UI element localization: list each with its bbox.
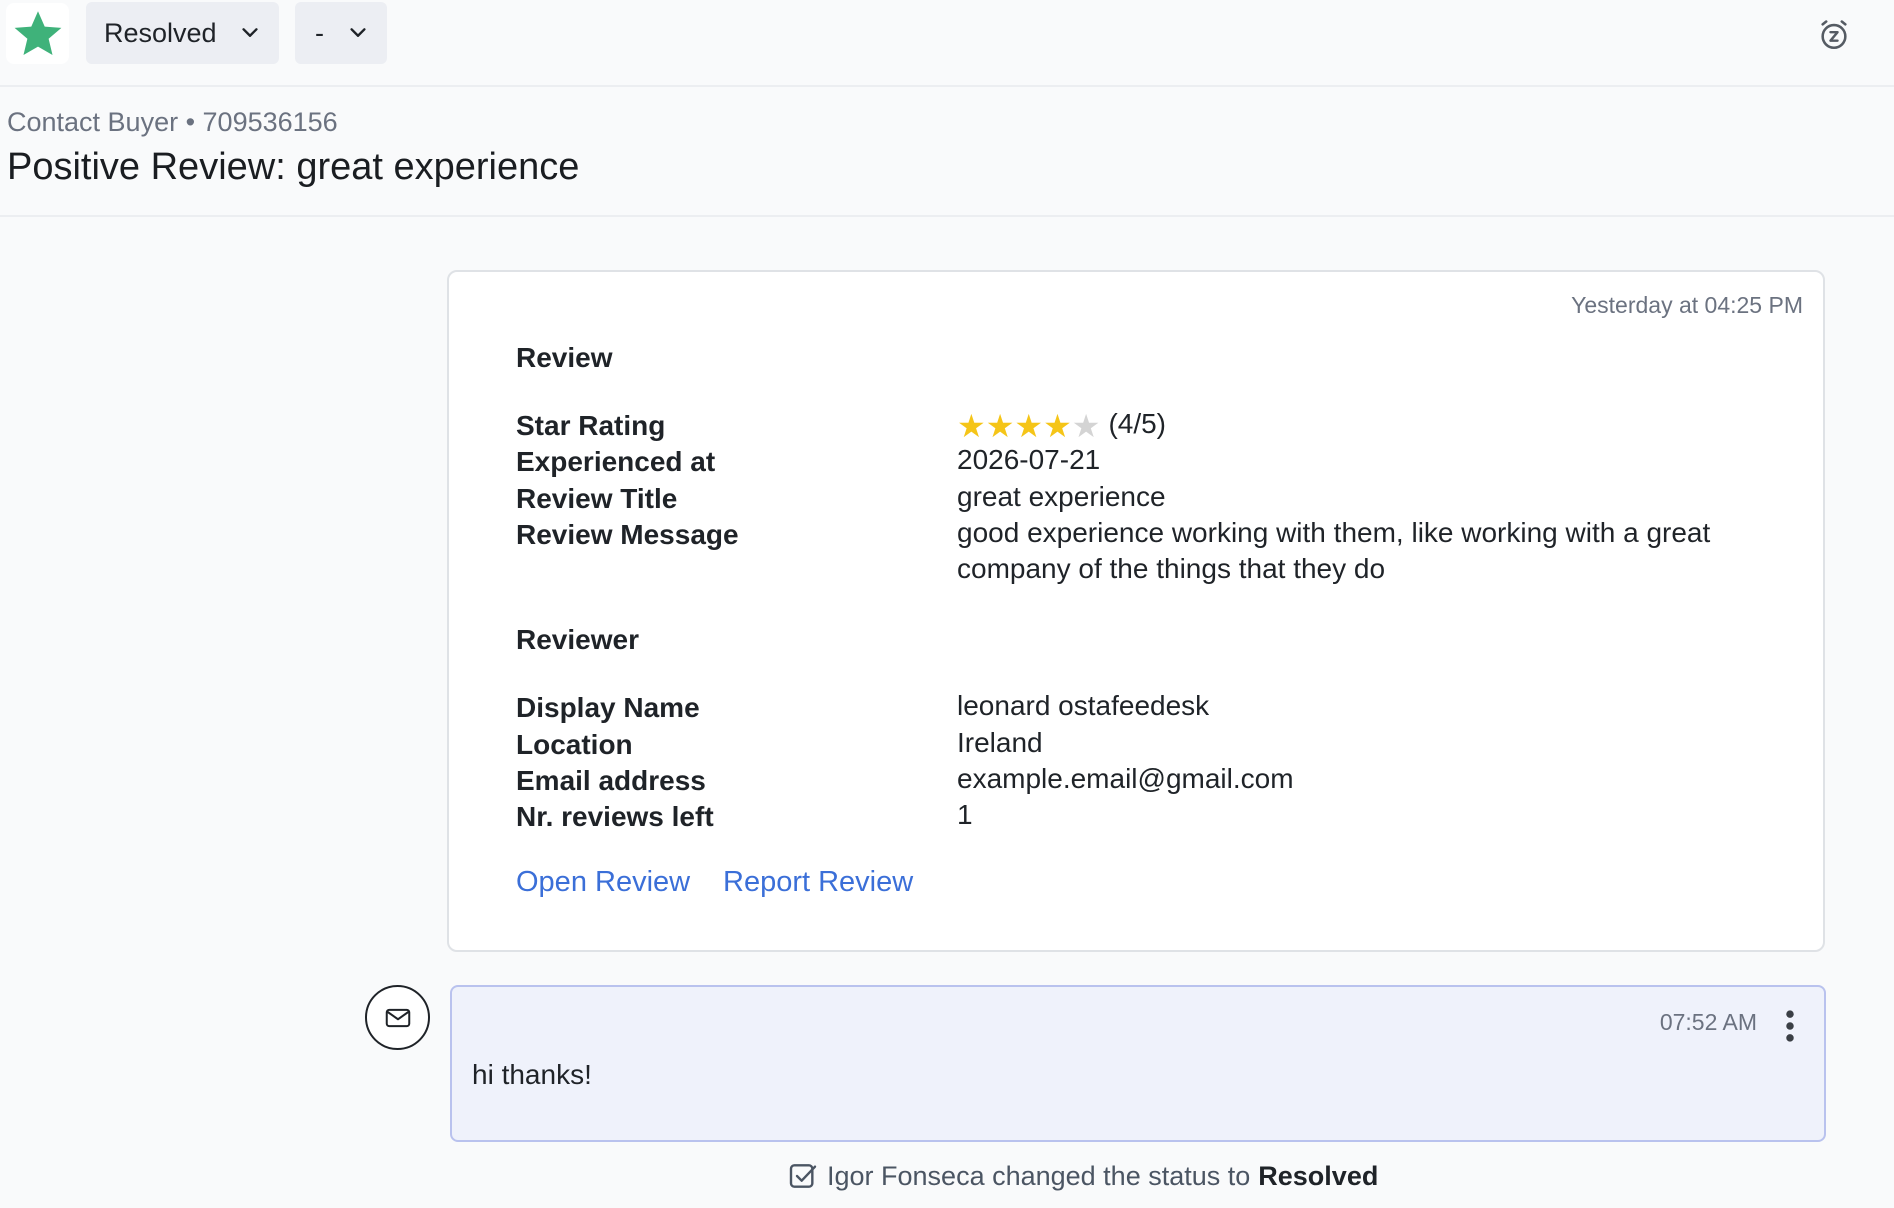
email-address-value: example.email@gmail.com <box>957 763 1294 794</box>
star-rating-label: Star Rating <box>516 410 666 441</box>
page-title: Positive Review: great experience <box>7 146 580 188</box>
breadcrumb: Contact Buyer • 709536156 <box>7 107 338 137</box>
review-title-value: great experience <box>957 481 1166 512</box>
star-filled-icon: ★ <box>1043 407 1072 444</box>
star-filled-icon: ★ <box>1014 407 1044 444</box>
assignee-dropdown-value: - <box>315 17 324 48</box>
experienced-at-label: Experienced at <box>516 446 716 477</box>
display-name-value: leonard ostafeedesk <box>957 690 1210 721</box>
review-message-value: good experience working with them, like … <box>957 517 1711 584</box>
review-title-label: Review Title <box>516 483 678 514</box>
location-label: Location <box>516 729 633 760</box>
star-rating-stars: ★ ★ ★ ★ ★ <box>957 410 1100 442</box>
message-text: hi thanks! <box>472 1059 592 1090</box>
location-value: Ireland <box>957 727 1043 758</box>
chevron-down-icon <box>242 28 258 37</box>
status-dropdown-value: Resolved <box>104 17 217 48</box>
review-card: Yesterday at 04:25 PM Review Star Rating… <box>447 270 1825 952</box>
reviews-left-label: Nr. reviews left <box>516 801 714 832</box>
status-change-log: Igor Fonseca changed the status to Resol… <box>787 1160 1378 1192</box>
status-change-text: Igor Fonseca changed the status to <box>827 1160 1251 1191</box>
star-rating-text: (4/5) <box>1108 408 1167 439</box>
display-name-label: Display Name <box>516 692 700 723</box>
review-section-title: Review <box>516 342 613 373</box>
top-toolbar: Resolved - <box>0 0 1894 87</box>
star-filled-icon: ★ <box>957 407 986 444</box>
review-message-label: Review Message <box>516 519 739 550</box>
assignee-dropdown[interactable]: - <box>295 2 387 64</box>
checkbox-icon <box>789 1164 817 1188</box>
star-filled-icon: ★ <box>985 407 1015 444</box>
envelope-icon <box>385 1008 410 1027</box>
star-empty-icon: ★ <box>1071 407 1101 444</box>
email-address-label: Email address <box>516 765 706 796</box>
message-bubble: 07:52 AM hi thanks! <box>450 985 1826 1142</box>
kebab-menu-icon[interactable] <box>1782 1009 1798 1043</box>
status-change-value: Resolved <box>1258 1160 1379 1191</box>
status-dropdown[interactable]: Resolved <box>86 2 279 64</box>
report-review-link[interactable]: Report Review <box>723 866 913 899</box>
alarm-snooze-icon <box>1821 20 1847 50</box>
star-logo-icon <box>14 10 61 55</box>
app-logo <box>6 3 69 64</box>
chevron-down-icon <box>350 28 366 37</box>
ticket-header: Contact Buyer • 709536156 Positive Revie… <box>0 89 1894 217</box>
reviewer-section-title: Reviewer <box>516 624 639 655</box>
snooze-button[interactable] <box>1814 15 1854 55</box>
reviews-left-value: 1 <box>957 799 973 830</box>
message-time: 07:52 AM <box>1659 1009 1757 1035</box>
message-channel-avatar <box>365 985 430 1050</box>
review-timestamp: Yesterday at 04:25 PM <box>1571 292 1803 318</box>
experienced-at-value: 2026-07-21 <box>957 444 1101 475</box>
open-review-link[interactable]: Open Review <box>516 866 690 899</box>
star-rating-value: ★ ★ ★ ★ ★ (4/5) <box>957 406 1166 442</box>
